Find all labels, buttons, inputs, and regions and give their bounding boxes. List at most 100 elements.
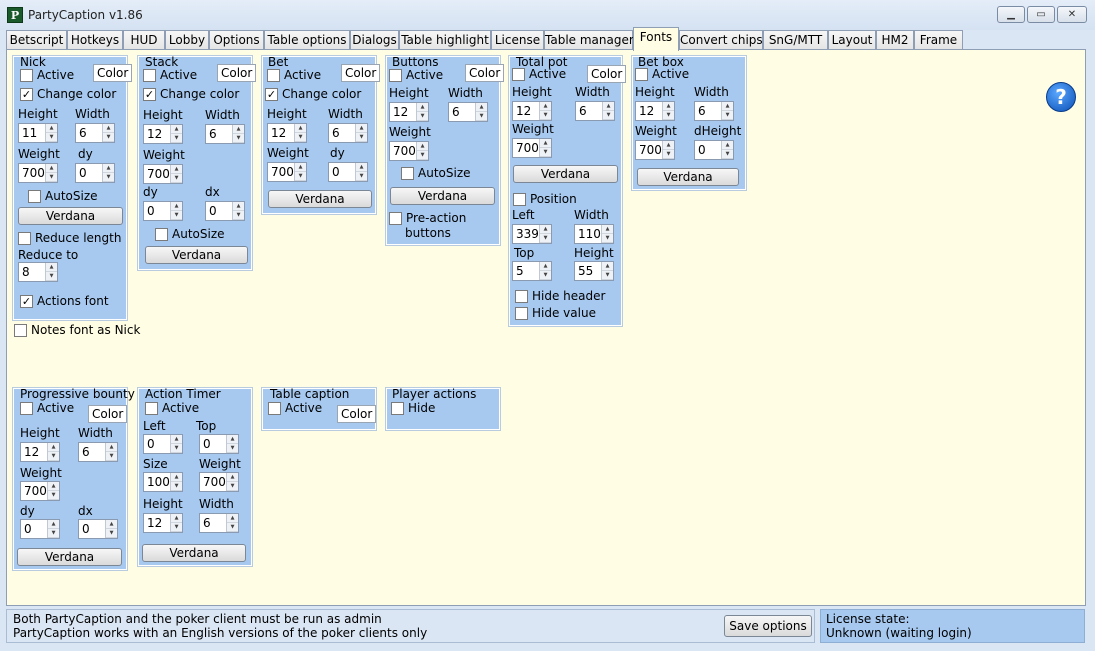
nick-reduce-to-spinner[interactable]: 8 ▲ ▼ <box>18 262 58 282</box>
stack-width-spinner[interactable]: 6 ▲ ▼ <box>205 124 245 144</box>
tab-betscript[interactable]: Betscript <box>6 30 67 50</box>
action-timer-size-spinner[interactable]: 100 ▲ ▼ <box>143 472 183 492</box>
nick-autosize-checkbox[interactable]: AutoSize <box>28 189 98 203</box>
stack-color-button[interactable]: Color <box>217 64 257 82</box>
bet-box-height-spinner[interactable]: 12 ▲ ▼ <box>635 101 675 121</box>
stack-change-color-checkbox[interactable]: ✓ Change color <box>143 87 239 101</box>
help-icon[interactable]: ? <box>1046 82 1076 112</box>
player-actions-hide-checkbox[interactable]: Hide <box>391 401 435 415</box>
table-caption-active-checkbox[interactable]: Active <box>268 401 322 415</box>
close-button[interactable]: ✕ <box>1057 6 1087 23</box>
nick-color-button[interactable]: Color <box>93 64 133 82</box>
buttons-autosize-checkbox[interactable]: AutoSize <box>401 166 471 180</box>
tab-dialogs[interactable]: Dialogs <box>350 30 399 50</box>
progressive-bounty-dx-spinner[interactable]: 0 ▲ ▼ <box>78 519 118 539</box>
bet-box-width-spinner[interactable]: 6 ▲ ▼ <box>694 101 734 121</box>
tab-hotkeys[interactable]: Hotkeys <box>67 30 123 50</box>
total-pot-weight-spinner[interactable]: 700 ▲ ▼ <box>512 138 552 158</box>
bet-dy-spinner[interactable]: 0 ▲ ▼ <box>328 162 368 182</box>
total-pot-active-checkbox[interactable]: Active <box>512 67 566 81</box>
notes-font-as-nick-checkbox[interactable]: Notes font as Nick <box>14 323 140 337</box>
nick-change-color-checkbox[interactable]: ✓ Change color <box>20 87 116 101</box>
bet-change-color-checkbox[interactable]: ✓ Change color <box>265 87 361 101</box>
tab-license[interactable]: License <box>491 30 544 50</box>
save-options-button[interactable]: Save options <box>724 615 812 637</box>
bet-box-dheight-spinner[interactable]: 0 ▲ ▼ <box>694 140 734 160</box>
total-pot-left-spinner[interactable]: 339 ▲ ▼ <box>512 224 552 244</box>
nick-reduce-length-checkbox[interactable]: Reduce length <box>18 231 121 245</box>
bet-height-spinner[interactable]: 12 ▲ ▼ <box>267 123 307 143</box>
stack-dy-spinner[interactable]: 0 ▲ ▼ <box>143 201 183 221</box>
progressive-bounty-dy-spinner[interactable]: 0 ▲ ▼ <box>20 519 60 539</box>
bet-font-button[interactable]: Verdana <box>268 190 372 208</box>
progressive-bounty-active-checkbox[interactable]: Active <box>20 401 74 415</box>
nick-height-spinner[interactable]: 11 ▲ ▼ <box>18 123 58 143</box>
bet-active-checkbox[interactable]: Active <box>267 68 321 82</box>
action-timer-left-spinner[interactable]: 0 ▲ ▼ <box>143 434 183 454</box>
total-pot-font-button[interactable]: Verdana <box>513 165 618 183</box>
buttons-preaction-checkbox[interactable]: Pre-action <box>389 211 466 225</box>
bet-weight-spinner[interactable]: 700 ▲ ▼ <box>267 162 307 182</box>
total-pot-hide-value-checkbox[interactable]: Hide value <box>515 306 596 320</box>
action-timer-font-button[interactable]: Verdana <box>142 544 246 562</box>
action-timer-width-spinner[interactable]: 6 ▲ ▼ <box>199 513 239 533</box>
action-timer-height-spinner[interactable]: 12 ▲ ▼ <box>143 513 183 533</box>
tab-hm2[interactable]: HM2 <box>876 30 914 50</box>
total-pot-top-spinner[interactable]: 5 ▲ ▼ <box>512 261 552 281</box>
buttons-font-button[interactable]: Verdana <box>390 187 495 205</box>
progressive-bounty-color-button[interactable]: Color <box>88 405 128 423</box>
buttons-width-spinner[interactable]: 6 ▲ ▼ <box>448 102 488 122</box>
total-pot-width2-spinner[interactable]: 110 ▲ ▼ <box>574 224 614 244</box>
bet-width-spinner[interactable]: 6 ▲ ▼ <box>328 123 368 143</box>
progressive-bounty-weight-spinner[interactable]: 700 ▲ ▼ <box>20 481 60 501</box>
tab-lobby[interactable]: Lobby <box>165 30 209 50</box>
stack-weight-spinner[interactable]: 700 ▲ ▼ <box>143 164 183 184</box>
tab-convert-chips[interactable]: Convert chips <box>679 30 763 50</box>
tab-layout[interactable]: Layout <box>828 30 876 50</box>
action-timer-active-checkbox[interactable]: Active <box>145 401 199 415</box>
stack-font-button[interactable]: Verdana <box>145 246 248 264</box>
nick-width-spinner[interactable]: 6 ▲ ▼ <box>75 123 115 143</box>
nick-dy-spinner[interactable]: 0 ▲ ▼ <box>75 163 115 183</box>
nick-font-button[interactable]: Verdana <box>18 207 123 225</box>
bet-width-label: Width <box>328 107 363 121</box>
bet-color-button[interactable]: Color <box>341 64 381 82</box>
total-pot-width-spinner[interactable]: 6 ▲ ▼ <box>575 101 615 121</box>
nick-weight-spinner[interactable]: 700 ▲ ▼ <box>18 163 58 183</box>
tab-table-manager[interactable]: Table manager <box>544 30 634 50</box>
total-pot-height2-spinner[interactable]: 55 ▲ ▼ <box>574 261 614 281</box>
tab-table-highlight[interactable]: Table highlight <box>399 30 491 50</box>
tab-fonts[interactable]: Fonts <box>633 27 679 51</box>
buttons-height-spinner[interactable]: 12 ▲ ▼ <box>389 102 429 122</box>
action-timer-top-label: Top <box>196 419 217 433</box>
tab-table-options[interactable]: Table options <box>264 30 350 50</box>
progressive-bounty-height-spinner[interactable]: 12 ▲ ▼ <box>20 442 60 462</box>
bet-box-font-button[interactable]: Verdana <box>637 168 739 186</box>
stack-height-spinner[interactable]: 12 ▲ ▼ <box>143 124 183 144</box>
total-pot-height-spinner[interactable]: 12 ▲ ▼ <box>512 101 552 121</box>
buttons-color-button[interactable]: Color <box>465 64 505 82</box>
stack-autosize-checkbox[interactable]: AutoSize <box>155 227 225 241</box>
nick-active-checkbox[interactable]: Active <box>20 68 74 82</box>
bet-box-active-checkbox[interactable]: Active <box>635 67 689 81</box>
buttons-active-checkbox[interactable]: Active <box>389 68 443 82</box>
minimize-button[interactable]: ▁ <box>997 6 1025 23</box>
tab-frame[interactable]: Frame <box>914 30 963 50</box>
progressive-bounty-font-button[interactable]: Verdana <box>17 548 122 566</box>
action-timer-weight-spinner[interactable]: 700 ▲ ▼ <box>199 472 239 492</box>
stack-dx-spinner[interactable]: 0 ▲ ▼ <box>205 201 245 221</box>
total-pot-position-checkbox[interactable]: Position <box>513 192 577 206</box>
bet-box-weight-spinner[interactable]: 700 ▲ ▼ <box>635 140 675 160</box>
maximize-button[interactable]: ▭ <box>1027 6 1055 23</box>
tab-hud[interactable]: HUD <box>123 30 165 50</box>
action-timer-top-spinner[interactable]: 0 ▲ ▼ <box>199 434 239 454</box>
progressive-bounty-width-spinner[interactable]: 6 ▲ ▼ <box>78 442 118 462</box>
tab-sng-mtt[interactable]: SnG/MTT <box>763 30 828 50</box>
stack-active-checkbox[interactable]: Active <box>143 68 197 82</box>
buttons-weight-spinner[interactable]: 700 ▲ ▼ <box>389 141 429 161</box>
nick-actions-font-checkbox[interactable]: ✓ Actions font <box>20 294 109 308</box>
total-pot-hide-header-checkbox[interactable]: Hide header <box>515 289 605 303</box>
table-caption-color-button[interactable]: Color <box>337 405 377 423</box>
total-pot-color-button[interactable]: Color <box>587 65 627 83</box>
tab-options[interactable]: Options <box>209 30 264 50</box>
